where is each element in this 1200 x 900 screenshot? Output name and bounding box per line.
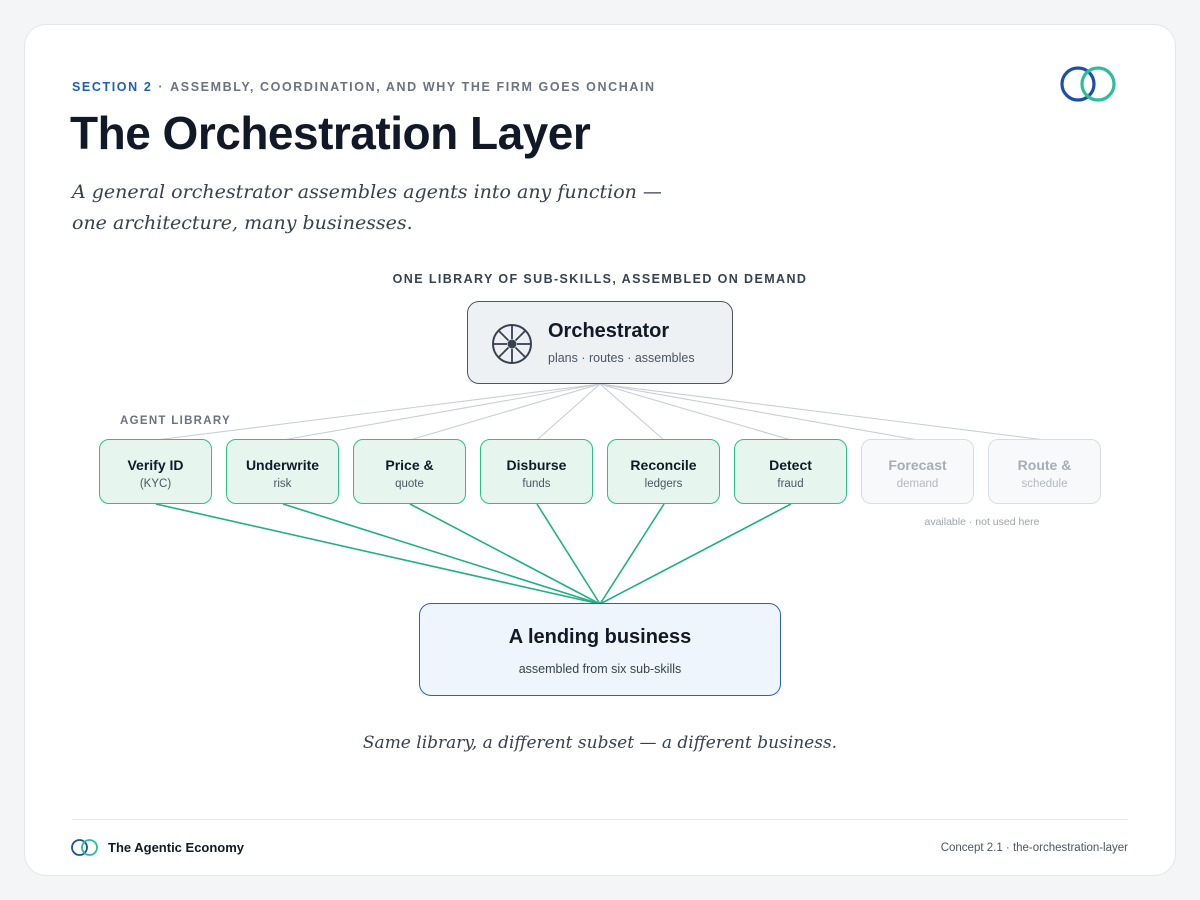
- business-link: [599, 503, 665, 605]
- skill-sub: demand: [896, 478, 939, 490]
- footer-divider: [72, 819, 1128, 820]
- skill-sub: risk: [273, 478, 292, 490]
- skill-forecast: Forecast demand: [861, 439, 974, 504]
- skill-route-schedule: Route & schedule: [988, 439, 1101, 504]
- skill-name: Route &: [1017, 457, 1072, 473]
- skill-sub: schedule: [1021, 478, 1068, 490]
- skill-sub: (KYC): [139, 478, 172, 490]
- skill-sub: quote: [395, 478, 424, 490]
- skill-detect: Detect fraud: [734, 439, 847, 504]
- skill-name: Disburse: [506, 457, 567, 473]
- skill-name: Forecast: [888, 457, 947, 473]
- skill-disburse: Disburse funds: [480, 439, 593, 504]
- unused-skills-note: available · not used here: [924, 516, 1040, 528]
- orchestrator-link: [536, 383, 601, 441]
- skill-name: Price &: [385, 457, 434, 473]
- orchestrator-link: [599, 383, 919, 441]
- skill-underwrite: Underwrite risk: [226, 439, 339, 504]
- wheel-icon: [492, 324, 532, 364]
- business-link: [155, 503, 601, 605]
- orchestrator-link: [599, 383, 792, 441]
- skill-verify-id: Verify ID (KYC): [99, 439, 212, 504]
- orchestrator-link: [599, 383, 1046, 441]
- agent-library-label: AGENT LIBRARY: [120, 415, 232, 427]
- skill-sub: funds: [522, 478, 551, 490]
- orchestrator-link: [599, 383, 665, 441]
- skill-name: Detect: [769, 457, 812, 473]
- business-link: [282, 503, 601, 605]
- skill-price-quote: Price & quote: [353, 439, 466, 504]
- business-title: A lending business: [508, 626, 692, 648]
- skill-reconcile: Reconcile ledgers: [607, 439, 720, 504]
- diagram-caption: Same library, a different subset — a dif…: [362, 733, 838, 753]
- business-link: [599, 503, 792, 605]
- skill-sub: ledgers: [644, 478, 683, 490]
- orchestrator-title: Orchestrator: [548, 320, 670, 342]
- skill-name: Underwrite: [245, 457, 320, 473]
- business-subtitle: assembled from six sub-skills: [518, 662, 682, 676]
- skill-sub: fraud: [777, 478, 804, 490]
- business-node: A lending business assembled from six su…: [419, 603, 781, 696]
- business-link: [536, 503, 601, 605]
- footer-reference: Concept 2.1 · the-orchestration-layer: [940, 842, 1128, 854]
- orchestrator-link: [282, 383, 601, 441]
- business-link: [409, 503, 601, 605]
- orchestrator-node: Orchestrator plans · routes · assembles: [467, 301, 733, 384]
- skill-name: Reconcile: [630, 457, 697, 473]
- skill-name: Verify ID: [127, 457, 184, 473]
- orchestrator-link: [155, 383, 601, 441]
- orchestrator-subtitle: plans · routes · assembles: [548, 351, 695, 365]
- footer-brand: The Agentic Economy: [108, 840, 245, 855]
- footer-logo-icon: [71, 839, 98, 856]
